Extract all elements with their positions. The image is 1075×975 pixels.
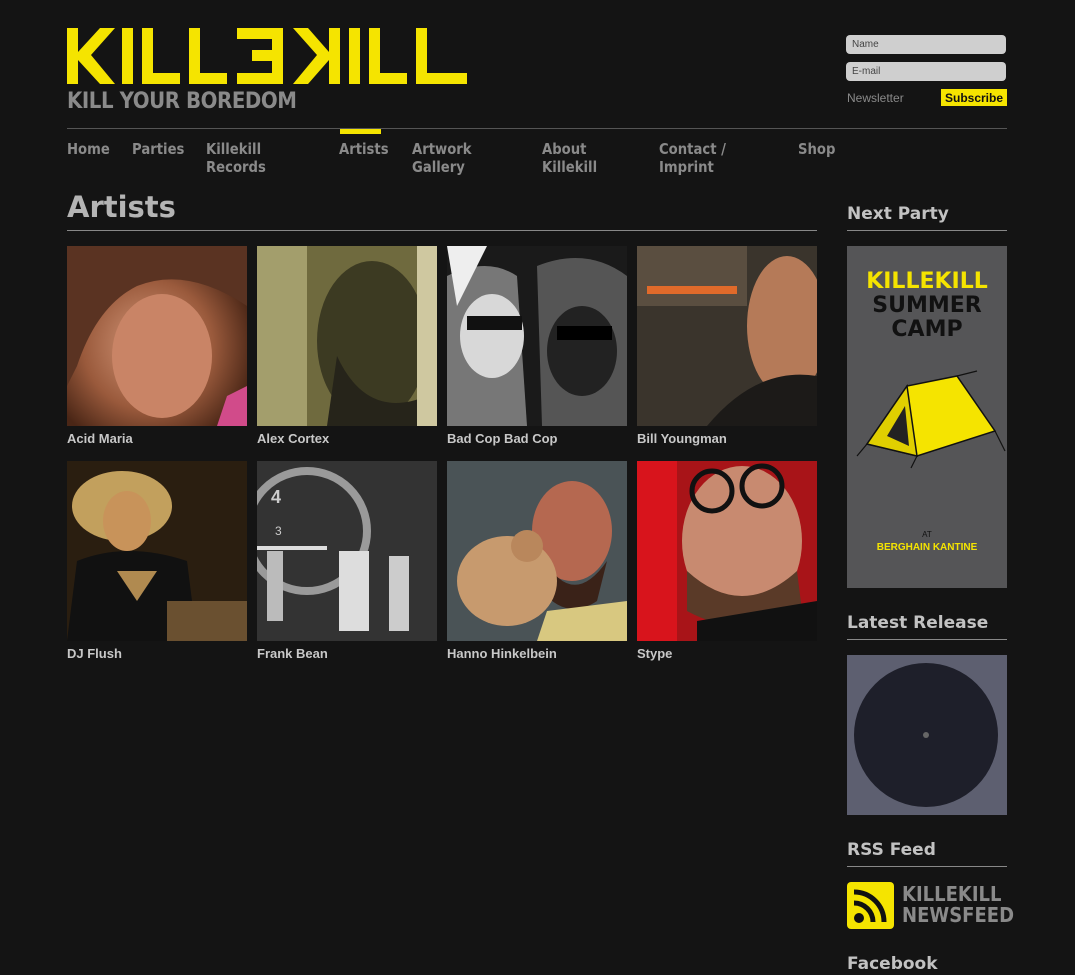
dial-number: 3 xyxy=(275,524,282,538)
nav-parties[interactable]: Parties xyxy=(132,140,197,176)
poster-line1: SUMMER xyxy=(872,293,982,318)
artist-photo[interactable] xyxy=(447,461,627,641)
subscribe-button[interactable]: Subscribe xyxy=(941,89,1007,106)
main-nav: Home Parties Killekill Records Artists A… xyxy=(67,140,848,176)
nav-about-killekill[interactable]: About Killekill xyxy=(542,140,645,176)
sidebar-divider xyxy=(847,230,1007,231)
artist-tile[interactable]: Bad Cop Bad Cop xyxy=(447,246,627,446)
nav-artwork-gallery[interactable]: Artwork Gallery xyxy=(412,140,526,176)
latest-release-cover[interactable] xyxy=(847,655,1007,815)
artist-name[interactable]: Bill Youngman xyxy=(637,431,817,446)
poster-venue: BERGHAIN KANTINE xyxy=(877,542,978,553)
poster-at: AT xyxy=(922,530,932,539)
facebook-heading: Facebook xyxy=(847,954,938,974)
artist-tile[interactable]: 4 3 Frank Bean xyxy=(257,461,437,661)
artist-photo[interactable]: 4 3 xyxy=(257,461,437,641)
rss-line1: KILLEKILL xyxy=(902,882,1002,906)
rss-newsfeed-link[interactable]: KILLEKILL NEWSFEED xyxy=(847,882,1014,930)
nav-artists[interactable]: Artists xyxy=(339,140,403,176)
sidebar-divider xyxy=(847,866,1007,867)
artist-photo[interactable] xyxy=(637,246,817,426)
nav-home[interactable]: Home xyxy=(67,140,124,176)
rss-line2: NEWSFEED xyxy=(902,903,1015,927)
rss-feed-heading: RSS Feed xyxy=(847,840,936,860)
artist-name[interactable]: Bad Cop Bad Cop xyxy=(447,431,627,446)
nav-killekill-records[interactable]: Killekill Records xyxy=(206,140,323,176)
artist-photo[interactable] xyxy=(257,246,437,426)
poster-logo: KILLEKILL xyxy=(866,269,988,294)
active-nav-indicator xyxy=(340,129,381,134)
nav-contact-imprint[interactable]: Contact / Imprint xyxy=(659,140,781,176)
artist-name[interactable]: Stype xyxy=(637,646,817,661)
killekill-logo[interactable] xyxy=(67,28,467,84)
artist-tile[interactable]: Hanno Hinkelbein xyxy=(447,461,627,661)
artist-name[interactable]: DJ Flush xyxy=(67,646,247,661)
artist-photo[interactable] xyxy=(447,246,627,426)
artist-name[interactable]: Alex Cortex xyxy=(257,431,437,446)
latest-release-heading: Latest Release xyxy=(847,613,989,633)
dial-number: 4 xyxy=(271,487,281,507)
page-title: Artists xyxy=(67,190,176,224)
newsletter-label: Newsletter xyxy=(847,91,904,105)
artist-tile[interactable]: Stype xyxy=(637,461,817,661)
artist-name[interactable]: Acid Maria xyxy=(67,431,247,446)
artist-name[interactable]: Frank Bean xyxy=(257,646,437,661)
artist-photo[interactable] xyxy=(67,461,247,641)
next-party-heading: Next Party xyxy=(847,204,949,224)
artist-tile[interactable]: Alex Cortex xyxy=(257,246,437,446)
newsletter-email-input[interactable] xyxy=(846,62,1006,81)
artist-tile[interactable]: DJ Flush xyxy=(67,461,247,661)
artist-tile[interactable]: Bill Youngman xyxy=(637,246,817,446)
nav-shop[interactable]: Shop xyxy=(798,140,842,176)
artist-photo[interactable] xyxy=(637,461,817,641)
sidebar-divider xyxy=(847,639,1007,640)
title-divider xyxy=(67,230,817,231)
poster-line2: CAMP xyxy=(891,317,962,342)
rss-icon[interactable] xyxy=(847,882,894,929)
site-tagline: KILL YOUR BOREDOM xyxy=(67,89,297,114)
nav-divider xyxy=(67,128,1007,129)
artist-name[interactable]: Hanno Hinkelbein xyxy=(447,646,627,661)
artist-photo[interactable] xyxy=(67,246,247,426)
newsletter-name-input[interactable] xyxy=(846,35,1006,54)
artist-tile[interactable]: Acid Maria xyxy=(67,246,247,446)
next-party-poster[interactable]: KILLEKILL SUMMER CAMP AT BERGHAIN KANTIN… xyxy=(847,246,1007,588)
